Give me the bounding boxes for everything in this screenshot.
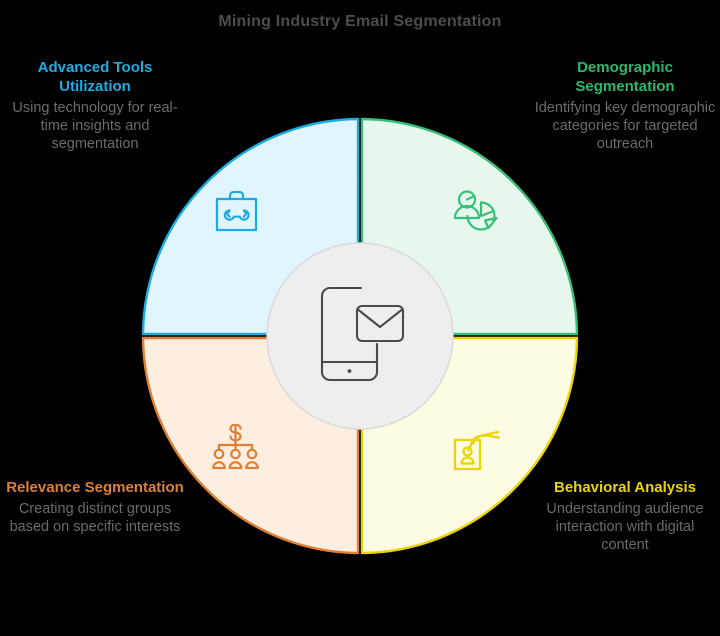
label-relevance-description: Creating distinct groups based on specif…	[9, 500, 181, 536]
toolbox-wrench-icon	[210, 188, 262, 241]
hand-tap-profile-card-icon	[450, 424, 502, 477]
label-relevance-heading: Relevance Segmentation	[6, 479, 184, 496]
label-relevance: Relevance Segmentation Creating distinct…	[2, 479, 188, 536]
label-behavioral-description: Understanding audience interaction with …	[546, 500, 704, 554]
page-title: Mining Industry Email Segmentation	[218, 13, 502, 30]
label-advanced-tools-description: Using technology for real-time insights …	[12, 99, 178, 153]
label-behavioral-heading: Behavioral Analysis	[553, 479, 696, 496]
dollar-hierarchy-people-icon	[210, 423, 262, 477]
label-behavioral: Behavioral Analysis Understanding audien…	[532, 479, 718, 555]
infographic-root: Mining Industry Email Segmentation Advan…	[0, 0, 720, 636]
label-advanced-tools: Advanced Tools Utilization Using technol…	[2, 59, 188, 154]
label-demographic: Demographic Segmentation Identifying key…	[532, 59, 718, 154]
label-demographic-description: Identifying key demographic categories f…	[534, 99, 716, 153]
person-pie-chart-icon	[450, 188, 502, 241]
label-demographic-heading: Demographic Segmentation	[575, 59, 675, 95]
smartphone-envelope-icon	[313, 279, 409, 394]
label-advanced-tools-heading: Advanced Tools Utilization	[37, 59, 153, 95]
